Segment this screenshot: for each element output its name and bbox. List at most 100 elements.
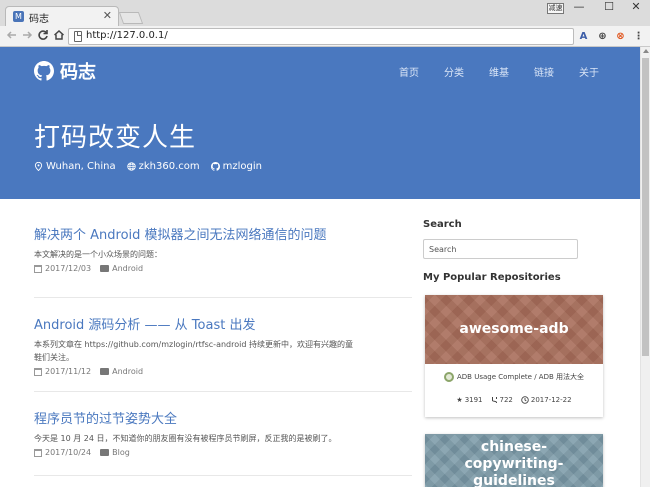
forward-button[interactable] <box>20 29 34 43</box>
repo-name[interactable]: chinese-copywriting-guidelines <box>435 439 593 487</box>
github-link[interactable]: mzlogin <box>210 161 262 172</box>
post-category-text[interactable]: Android <box>112 367 143 376</box>
profile-meta: Wuhan, China zkh360.com mzlogin <box>34 161 262 172</box>
site-name: 码志 <box>60 62 96 83</box>
location: Wuhan, China <box>34 161 116 172</box>
page-scrollbar[interactable] <box>640 47 650 487</box>
translate-extension-icon[interactable]: A <box>577 30 590 43</box>
site-logo[interactable]: 码志 <box>34 58 96 84</box>
adblock-extension-icon[interactable]: ⊗ <box>614 30 627 43</box>
repo-description: ADB Usage Complete / ADB 用法大全 <box>425 372 603 382</box>
post-meta: 2017/12/03 Android <box>34 264 412 273</box>
post-excerpt: 本系列文章在 https://github.com/mzlogin/rtfsc-… <box>34 340 353 362</box>
calendar-icon <box>34 367 42 376</box>
tab-title: 码志 <box>29 14 49 25</box>
address-bar[interactable]: http://127.0.0.1/ <box>68 28 574 45</box>
main-nav: 首页 分类 维基 链接 关于 <box>399 64 599 79</box>
nav-wiki[interactable]: 维基 <box>489 64 509 79</box>
home-icon <box>54 29 64 40</box>
repo-name[interactable]: awesome-adb <box>459 321 568 338</box>
post-excerpt: 今天是 10 月 24 日，不知道你的朋友圈有没有被程序员节刷屏，反正我的是被刷… <box>34 434 337 443</box>
forward-arrow-icon <box>23 31 33 39</box>
post-category[interactable]: Android <box>100 264 143 273</box>
browser-toolbar: http://127.0.0.1/ A ⊕ ⊗ ⋮ <box>0 26 650 47</box>
nav-home[interactable]: 首页 <box>399 64 419 79</box>
repo-forks: 722 <box>491 396 513 404</box>
website-link[interactable]: zkh360.com <box>126 161 200 172</box>
post-excerpt: 本文解决的是一个小众场景的问题： <box>34 250 162 259</box>
nav-about[interactable]: 关于 <box>579 64 599 79</box>
search-heading: Search <box>423 219 462 230</box>
menu-icon[interactable]: ⋮ <box>632 30 645 43</box>
back-arrow-icon <box>6 31 16 39</box>
repo-cover[interactable]: chinese-copywriting-guidelines <box>425 434 603 487</box>
post-title[interactable]: 程序员节的过节姿势大全 <box>34 412 412 428</box>
repo-cover[interactable]: awesome-adb <box>425 295 603 364</box>
address-text[interactable]: http://127.0.0.1/ <box>86 30 168 41</box>
post-date-text: 2017/12/03 <box>45 264 92 273</box>
repo-forks-count: 722 <box>499 396 513 404</box>
repo-stars: ★ 3191 <box>456 396 482 404</box>
post-date: 2017/10/24 <box>34 448 91 457</box>
page-icon <box>74 31 82 42</box>
input-method-badge: 减速 <box>547 3 564 14</box>
back-button[interactable] <box>5 29 19 43</box>
reload-button[interactable] <box>36 29 50 43</box>
post-category-text[interactable]: Blog <box>112 448 130 457</box>
favicon-icon: M <box>13 11 24 22</box>
new-tab-button[interactable] <box>118 12 144 24</box>
magnifier-icon <box>444 372 454 382</box>
post-date-text: 2017/10/24 <box>45 448 92 457</box>
repo-updated-date: 2017-12-22 <box>530 396 572 404</box>
site-header: 码志 首页 分类 维基 链接 关于 打码改变人生 Wuhan, China zk… <box>0 47 640 199</box>
website-text[interactable]: zkh360.com <box>139 161 200 172</box>
repo-card[interactable]: chinese-copywriting-guidelines <box>425 434 603 487</box>
post-meta: 2017/10/24 Blog <box>34 448 412 457</box>
post-title[interactable]: 解决两个 Android 模拟器之间无法网络通信的问题 <box>34 228 412 244</box>
location-text: Wuhan, China <box>46 161 116 172</box>
close-window-button[interactable]: ✕ <box>621 0 650 14</box>
post-item: 程序员节的过节姿势大全 今天是 10 月 24 日，不知道你的朋友圈有没有被程序… <box>34 392 412 476</box>
repo-stars-count: 3191 <box>464 396 483 404</box>
globe-icon <box>126 162 136 171</box>
nav-links[interactable]: 链接 <box>534 64 554 79</box>
minimize-button[interactable]: — <box>564 0 594 14</box>
post-list: 解决两个 Android 模拟器之间无法网络通信的问题 本文解决的是一个小众场景… <box>34 228 412 476</box>
tab-close-icon[interactable]: ✕ <box>103 9 112 22</box>
post-meta: 2017/11/12 Android <box>34 367 412 376</box>
github-text[interactable]: mzlogin <box>223 161 262 172</box>
post-date: 2017/11/12 <box>34 367 91 376</box>
folder-icon <box>100 449 110 456</box>
browser-tab[interactable]: M 码志 ✕ <box>5 6 119 26</box>
folder-icon <box>100 368 110 375</box>
repo-card[interactable]: awesome-adb ADB Usage Complete / ADB 用法大… <box>425 295 603 417</box>
post-item: 解决两个 Android 模拟器之间无法网络通信的问题 本文解决的是一个小众场景… <box>34 228 412 298</box>
maximize-button[interactable]: ☐ <box>594 0 624 14</box>
clock-icon <box>521 396 529 404</box>
post-date: 2017/12/03 <box>34 264 91 273</box>
post-date-text: 2017/11/12 <box>45 367 92 376</box>
github-logo-icon <box>34 61 54 81</box>
calendar-icon <box>34 448 42 457</box>
calendar-icon <box>34 264 42 273</box>
post-item: Android 源码分析 —— 从 Toast 出发 本系列文章在 https:… <box>34 298 412 392</box>
post-title[interactable]: Android 源码分析 —— 从 Toast 出发 <box>34 318 412 334</box>
star-icon: ★ <box>456 396 463 404</box>
search-input[interactable] <box>423 239 578 259</box>
extension-icon[interactable]: ⊕ <box>596 30 609 43</box>
repos-heading: My Popular Repositories <box>423 272 561 283</box>
reload-icon <box>38 30 48 40</box>
browser-chrome: M 码志 ✕ 减速 — ☐ ✕ http://127.0.0.1/ A ⊕ ⊗ … <box>0 0 650 47</box>
scroll-thumb[interactable] <box>642 58 649 356</box>
post-category[interactable]: Blog <box>100 448 130 457</box>
map-pin-icon <box>34 162 43 171</box>
tab-strip: M 码志 ✕ 减速 — ☐ ✕ <box>0 0 650 26</box>
post-category[interactable]: Android <box>100 367 143 376</box>
post-category-text[interactable]: Android <box>112 264 143 273</box>
hero-title: 打码改变人生 <box>34 123 197 153</box>
folder-icon <box>100 265 110 272</box>
nav-categories[interactable]: 分类 <box>444 64 464 79</box>
home-button[interactable] <box>52 29 66 43</box>
scroll-up-arrow-icon[interactable] <box>643 49 649 53</box>
repo-updated: 2017-12-22 <box>521 396 572 404</box>
